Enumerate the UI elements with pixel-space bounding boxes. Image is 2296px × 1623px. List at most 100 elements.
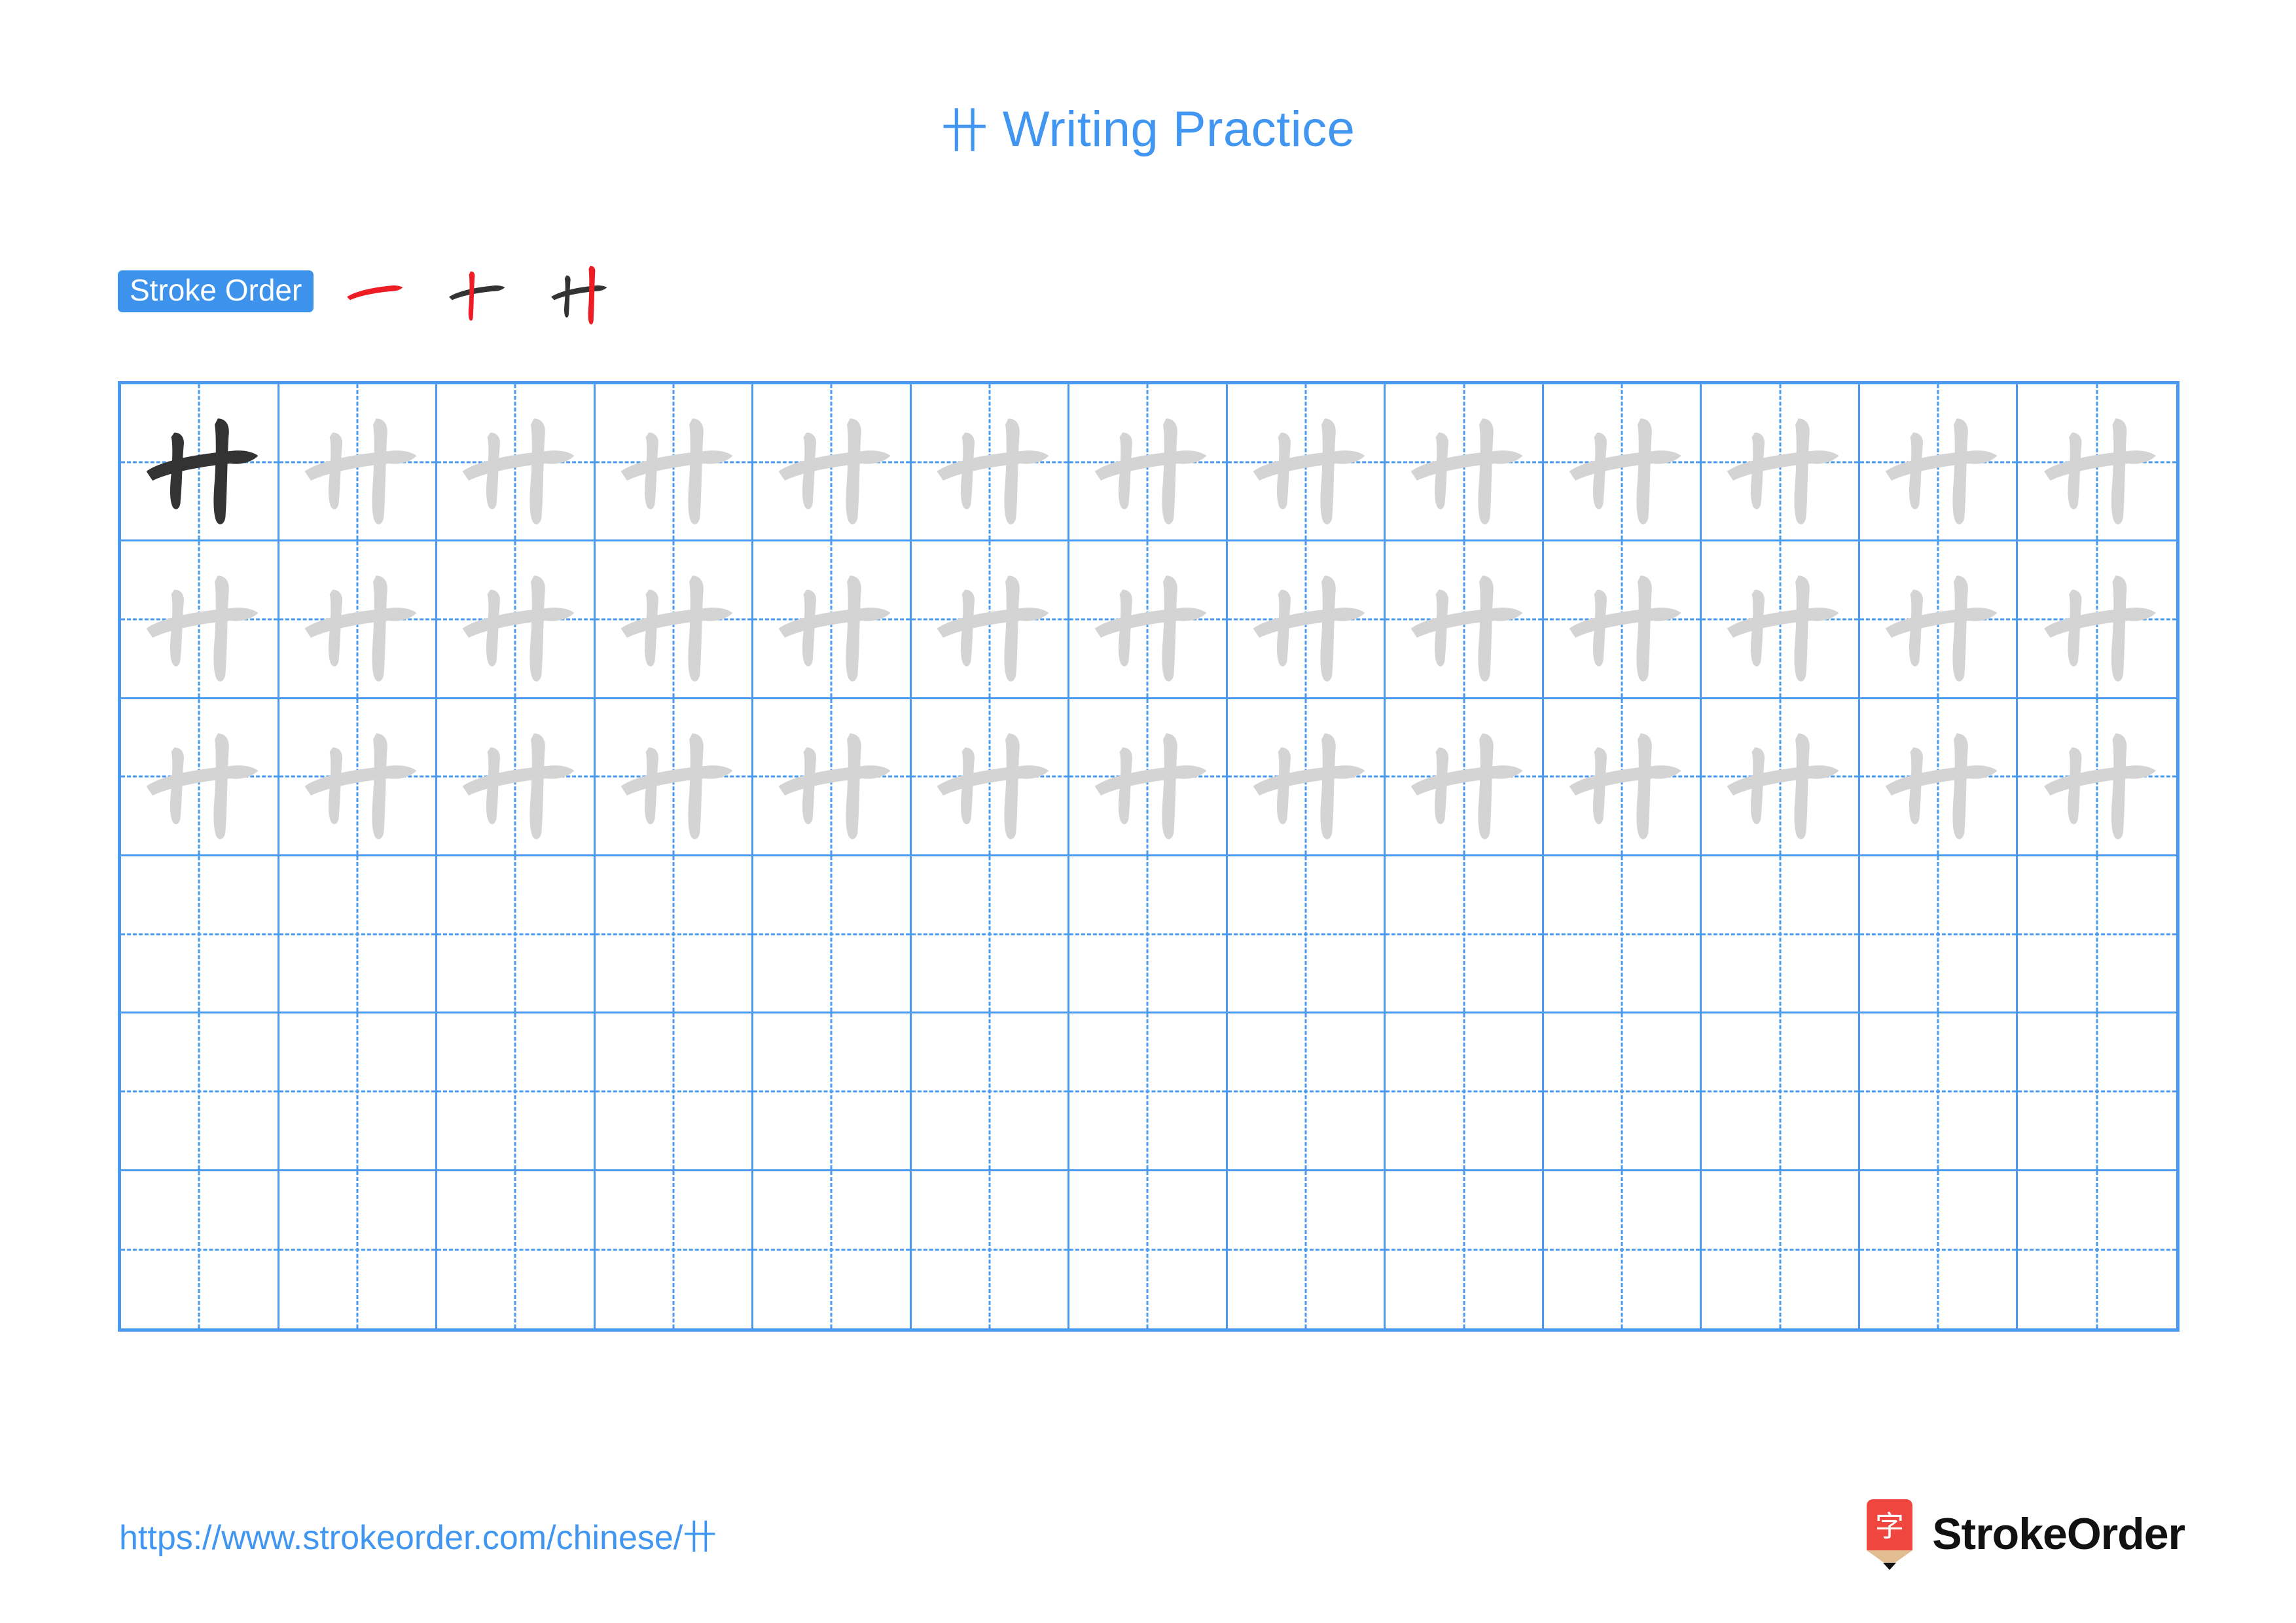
grid-cell[interactable] — [911, 856, 1070, 1014]
character-glyph — [1727, 575, 1839, 682]
character-glyph — [1727, 733, 1839, 839]
grid-cell[interactable] — [911, 541, 1070, 699]
cell-horizontal-guide — [2018, 1090, 2176, 1093]
character-glyph — [1410, 418, 1523, 524]
grid-cell[interactable] — [595, 1171, 754, 1328]
grid-cell[interactable] — [1386, 384, 1544, 542]
grid-cell[interactable] — [1859, 1171, 2018, 1328]
grid-cell[interactable] — [279, 699, 438, 856]
character-glyph — [1410, 575, 1523, 682]
grid-cell[interactable] — [1702, 699, 1860, 856]
grid-cell[interactable] — [1386, 541, 1544, 699]
grid-cell[interactable] — [1227, 384, 1386, 542]
cell-horizontal-guide — [437, 1090, 594, 1093]
source-url[interactable]: https://www.strokeorder.com/chinese/卄 — [119, 1510, 717, 1559]
grid-cell[interactable] — [121, 541, 279, 699]
grid-cell[interactable] — [2018, 1013, 2176, 1171]
grid-cell[interactable] — [1702, 1171, 1860, 1328]
character-glyph — [1727, 418, 1839, 524]
grid-cell[interactable] — [753, 856, 912, 1014]
grid-cell[interactable] — [121, 856, 279, 1014]
character-glyph — [620, 418, 733, 524]
grid-cell[interactable] — [437, 856, 596, 1014]
grid-cell[interactable] — [279, 856, 438, 1014]
grid-cell[interactable] — [1227, 1013, 1386, 1171]
grid-cell[interactable] — [1543, 541, 1702, 699]
grid-cell[interactable] — [1543, 699, 1702, 856]
grid-cell[interactable] — [1702, 384, 1860, 542]
grid-cell[interactable] — [1859, 856, 2018, 1014]
grid-cell[interactable] — [1069, 699, 1228, 856]
grid-cell[interactable] — [1702, 856, 1860, 1014]
character-glyph — [146, 733, 259, 839]
character-glyph — [620, 575, 733, 682]
grid-cell[interactable] — [1859, 1013, 2018, 1171]
cell-horizontal-guide — [1069, 933, 1226, 936]
grid-cell[interactable] — [753, 541, 912, 699]
grid-cell[interactable] — [753, 1013, 912, 1171]
cell-horizontal-guide — [1859, 933, 2017, 936]
grid-cell[interactable] — [437, 384, 596, 542]
grid-cell[interactable] — [279, 1171, 438, 1328]
grid-cell[interactable] — [911, 699, 1070, 856]
character-glyph — [1094, 575, 1207, 682]
grid-cell[interactable] — [1069, 1013, 1228, 1171]
grid-cell[interactable] — [2018, 384, 2176, 542]
grid-cell[interactable] — [1069, 541, 1228, 699]
grid-cell[interactable] — [753, 1171, 912, 1328]
practice-grid — [118, 381, 2179, 1332]
grid-cell[interactable] — [1069, 384, 1228, 542]
grid-cell[interactable] — [595, 541, 754, 699]
grid-cell[interactable] — [1543, 384, 1702, 542]
grid-cell[interactable] — [437, 541, 596, 699]
grid-cell[interactable] — [279, 1013, 438, 1171]
grid-cell[interactable] — [437, 1013, 596, 1171]
grid-cell[interactable] — [1386, 856, 1544, 1014]
grid-cell[interactable] — [595, 699, 754, 856]
grid-cell[interactable] — [2018, 699, 2176, 856]
grid-cell[interactable] — [1543, 856, 1702, 1014]
grid-cell[interactable] — [595, 856, 754, 1014]
grid-cell[interactable] — [121, 699, 279, 856]
grid-cell[interactable] — [753, 384, 912, 542]
grid-cell[interactable] — [1386, 1013, 1544, 1171]
grid-cell[interactable] — [2018, 856, 2176, 1014]
grid-cell[interactable] — [1859, 541, 2018, 699]
grid-cell[interactable] — [595, 1013, 754, 1171]
grid-cell[interactable] — [437, 699, 596, 856]
grid-cell[interactable] — [1227, 856, 1386, 1014]
title-suffix: Writing Practice — [988, 101, 1355, 157]
grid-cell[interactable] — [1227, 1171, 1386, 1328]
grid-cell[interactable] — [753, 699, 912, 856]
grid-cell[interactable] — [1859, 699, 2018, 856]
grid-cell[interactable] — [911, 1013, 1070, 1171]
character-glyph — [1094, 418, 1207, 524]
grid-cell[interactable] — [1386, 1171, 1544, 1328]
character-glyph — [778, 733, 891, 839]
grid-cell[interactable] — [1386, 699, 1544, 856]
grid-cell[interactable] — [1543, 1013, 1702, 1171]
grid-cell[interactable] — [1069, 1171, 1228, 1328]
grid-cell[interactable] — [1227, 541, 1386, 699]
grid-cell[interactable] — [2018, 541, 2176, 699]
grid-cell[interactable] — [121, 1013, 279, 1171]
grid-cell[interactable] — [1859, 384, 2018, 542]
cell-horizontal-guide — [2018, 933, 2176, 936]
grid-cell[interactable] — [1069, 856, 1228, 1014]
grid-cell[interactable] — [279, 541, 438, 699]
grid-cell[interactable] — [911, 384, 1070, 542]
grid-cell[interactable] — [911, 1171, 1070, 1328]
grid-cell[interactable] — [121, 1171, 279, 1328]
grid-cell[interactable] — [1702, 541, 1860, 699]
cell-horizontal-guide — [1702, 933, 1858, 936]
grid-cell[interactable] — [1543, 1171, 1702, 1328]
grid-cell[interactable] — [437, 1171, 596, 1328]
grid-cell[interactable] — [279, 384, 438, 542]
grid-cell[interactable] — [1227, 699, 1386, 856]
grid-cell[interactable] — [121, 384, 279, 542]
grid-cell[interactable] — [595, 384, 754, 542]
character-glyph — [937, 575, 1049, 682]
grid-cell[interactable] — [1702, 1013, 1860, 1171]
grid-cell[interactable] — [2018, 1171, 2176, 1328]
cell-horizontal-guide — [1227, 933, 1384, 936]
